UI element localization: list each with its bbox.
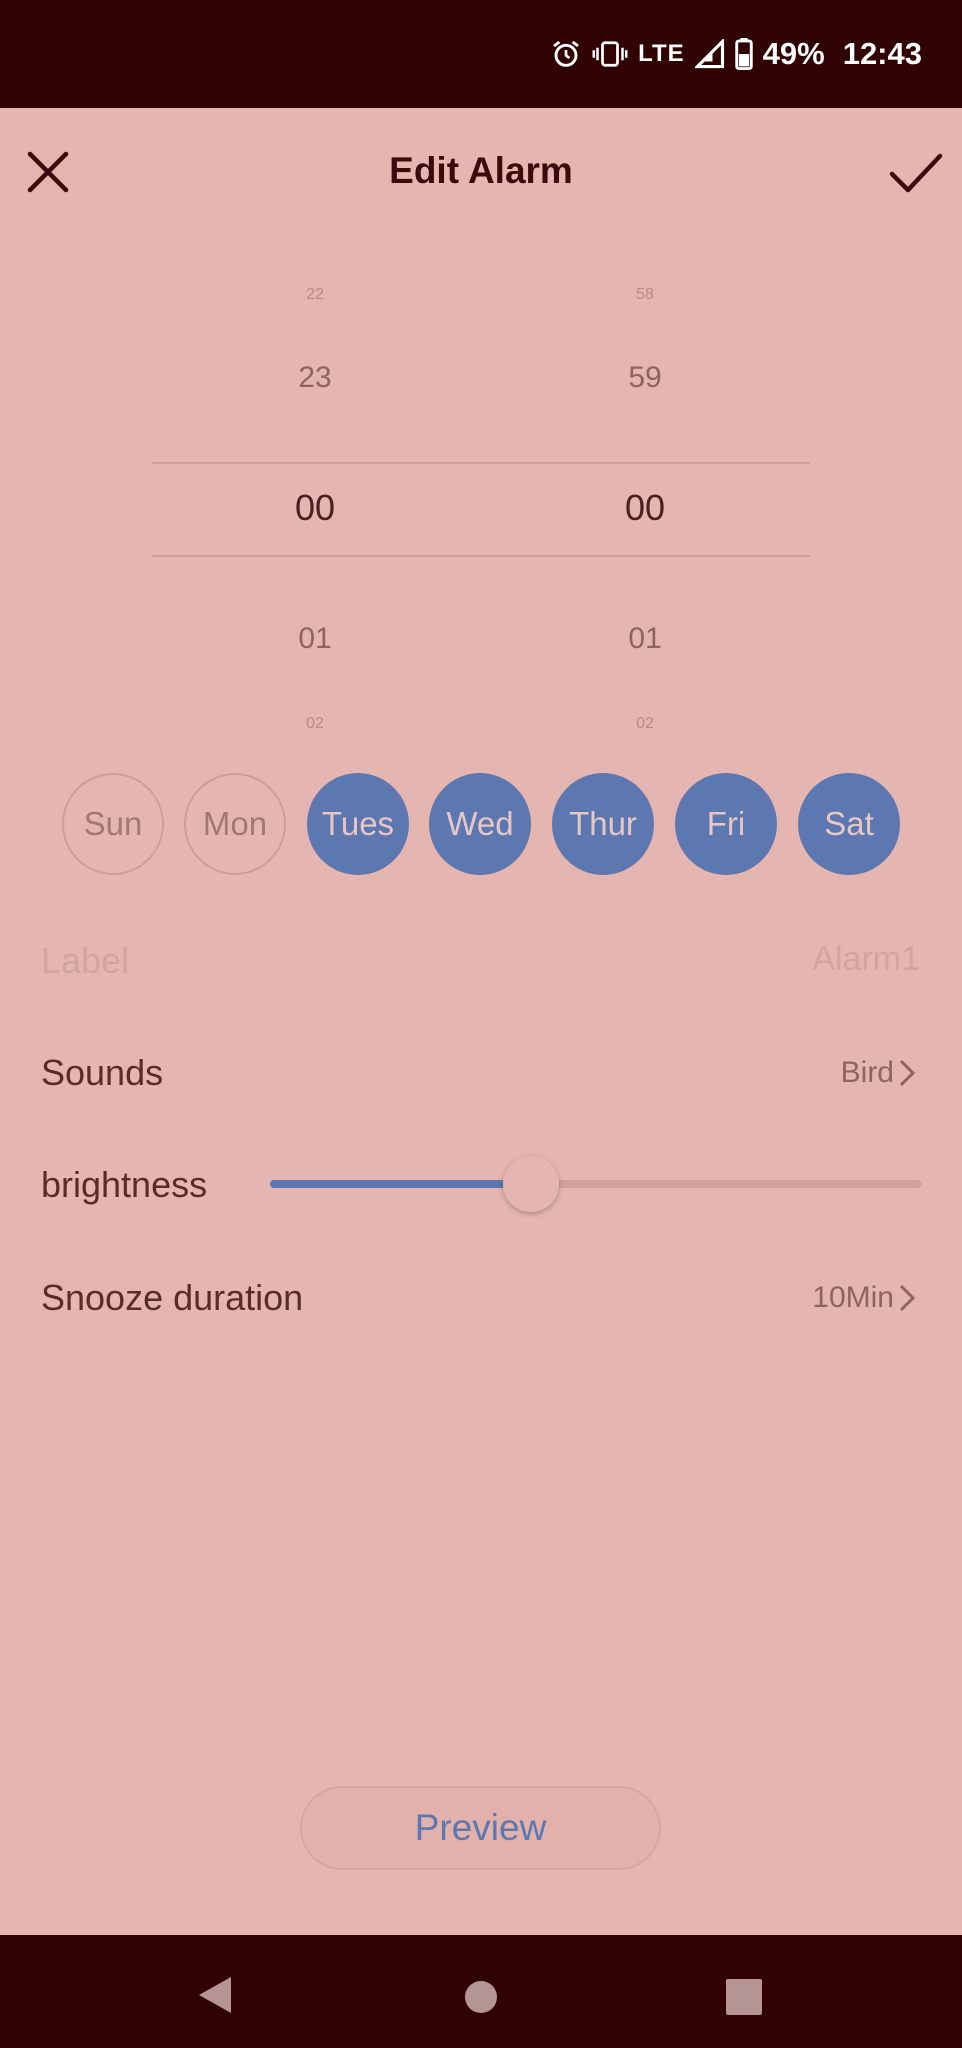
battery-percent: 49%: [762, 36, 825, 71]
battery-icon: [734, 38, 753, 70]
picker-divider-bottom: [152, 555, 810, 557]
brightness-slider-thumb[interactable]: [502, 1156, 559, 1212]
snooze-title: Snooze duration: [41, 1277, 304, 1318]
navigation-bar: [0, 1935, 962, 2048]
minute-option[interactable]: 58: [545, 286, 745, 304]
home-icon[interactable]: [463, 1979, 499, 2015]
back-icon[interactable]: [195, 1975, 235, 2015]
day-tues[interactable]: Tues: [307, 773, 409, 875]
signal-icon: [694, 39, 724, 69]
minute-option[interactable]: 01: [545, 622, 745, 656]
day-sat[interactable]: Sat: [798, 773, 900, 875]
check-icon[interactable]: [884, 142, 948, 202]
alarm-icon: [553, 40, 579, 67]
preview-button[interactable]: Preview: [300, 1786, 661, 1870]
minute-option[interactable]: 02: [545, 715, 745, 733]
label-input[interactable]: Alarm1: [500, 934, 920, 984]
page-title: Edit Alarm: [389, 150, 573, 191]
label-title: Label: [41, 940, 130, 981]
picker-divider-top: [152, 462, 810, 464]
hour-option[interactable]: 02: [215, 715, 415, 733]
recents-icon[interactable]: [726, 1979, 762, 2015]
hour-selected[interactable]: 00: [215, 487, 415, 529]
brightness-slider-fill: [270, 1180, 531, 1188]
chevron-right-icon: [899, 1059, 916, 1087]
vibrate-icon: [592, 41, 628, 67]
chevron-right-icon: [899, 1284, 916, 1312]
day-wed[interactable]: Wed: [429, 773, 531, 875]
network-type: LTE: [638, 40, 685, 67]
minute-selected[interactable]: 00: [545, 487, 745, 529]
day-thur[interactable]: Thur: [552, 773, 654, 875]
snooze-row[interactable]: Snooze duration 10Min: [0, 1265, 962, 1331]
sounds-title: Sounds: [41, 1052, 164, 1093]
hour-option[interactable]: 23: [215, 361, 415, 395]
status-bar: LTE 49% 12:43: [0, 0, 962, 108]
snooze-value: 10Min: [812, 1281, 894, 1314]
sounds-row[interactable]: Sounds Bird: [0, 1040, 962, 1106]
minute-option[interactable]: 59: [545, 361, 745, 395]
sounds-value: Bird: [840, 1056, 894, 1089]
status-time: 12:43: [842, 36, 922, 71]
day-sun[interactable]: Sun: [62, 773, 164, 875]
hour-option[interactable]: 22: [215, 286, 415, 304]
hour-option[interactable]: 01: [215, 622, 415, 656]
label-placeholder: Alarm1: [812, 940, 920, 978]
day-fri[interactable]: Fri: [675, 773, 777, 875]
brightness-title: brightness: [41, 1164, 208, 1205]
day-mon[interactable]: Mon: [184, 773, 286, 875]
